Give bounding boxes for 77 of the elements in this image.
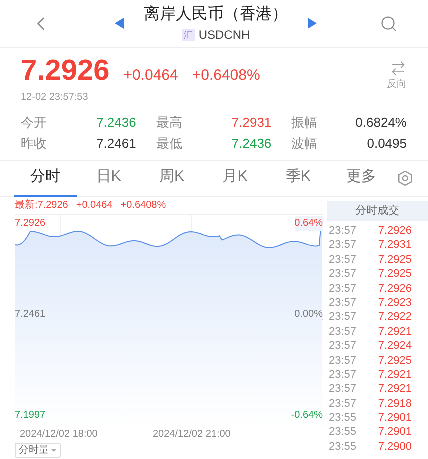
trade-price: 7.2923	[378, 296, 412, 310]
axis-percent: -0.64%	[291, 409, 323, 423]
trade-price: 7.2918	[378, 396, 412, 412]
next-icon[interactable]	[308, 18, 317, 29]
stat-label: 最低	[156, 135, 182, 152]
trade-time: 23:57	[329, 324, 357, 340]
trade-time: 23:57	[329, 224, 357, 238]
chart-tab[interactable]: 日K	[77, 160, 140, 196]
time-axis-label: 2024/12/02 21:00	[153, 428, 232, 442]
price-change: +0.0464	[124, 66, 178, 86]
reverse-button[interactable]: 反向	[387, 60, 407, 105]
trade-time: 23:57	[329, 339, 357, 354]
window-title: 离岸人民币（香港）	[144, 4, 288, 24]
axis-percent: 0.64%	[294, 216, 323, 231]
trade-time: 23:57	[329, 368, 357, 382]
chart-tab[interactable]: 季K	[266, 160, 330, 196]
trade-price: 7.2925	[378, 354, 412, 368]
trades-header: 分时成交	[327, 201, 428, 221]
trade-price: 7.2901	[378, 411, 412, 426]
chart-tab[interactable]: 周K	[140, 160, 204, 196]
stat-value: 7.2436	[232, 135, 272, 152]
stat-label: 今开	[21, 114, 47, 131]
trade-time: 23:57	[329, 238, 357, 253]
axis-price: 7.2926	[15, 217, 46, 231]
stat-value: 7.2436	[96, 114, 136, 131]
trade-price: 7.2900	[378, 440, 412, 454]
last-price: 7.2926	[21, 54, 110, 88]
trade-time: 23:57	[329, 310, 357, 325]
symbol-code: USDCNH	[198, 26, 250, 44]
trade-time: 23:55	[329, 425, 357, 440]
trade-time: 23:57	[329, 354, 357, 368]
search-icon[interactable]	[380, 14, 398, 32]
trade-price: 7.2921	[378, 368, 412, 382]
swap-icon	[390, 60, 407, 77]
stat-value: 0.6824%	[356, 114, 407, 131]
trade-time: 23:57	[329, 396, 357, 412]
trade-time: 23:55	[329, 440, 357, 454]
latest-change: +0.0464	[76, 199, 113, 213]
trade-price: 7.2924	[378, 339, 412, 354]
trade-price: 7.2925	[378, 252, 412, 268]
stat-value: 7.2461	[96, 135, 136, 152]
chart-tab[interactable]: 分时	[14, 160, 78, 196]
trade-time: 23:57	[329, 282, 357, 296]
stat-label: 振幅	[292, 114, 318, 131]
settings-icon[interactable]	[397, 170, 414, 187]
trade-time: 23:57	[329, 267, 357, 282]
trade-price: 7.2901	[378, 425, 412, 440]
chart-tab[interactable]: 更多	[330, 160, 394, 196]
stat-label: 波幅	[292, 135, 318, 152]
trade-price: 7.2921	[378, 324, 412, 340]
previous-icon[interactable]	[115, 18, 124, 29]
trade-time: 23:57	[329, 296, 357, 310]
quote-time: 12-02 23:57:53	[21, 91, 90, 105]
percent-change: +0.6408%	[192, 66, 260, 86]
stat-value: 7.2931	[232, 114, 272, 131]
latest-percent: +0.6408%	[120, 199, 166, 213]
axis-percent: 0.00%	[294, 308, 323, 322]
trade-price: 7.2921	[378, 382, 412, 397]
caret-icon	[51, 449, 57, 452]
axis-price: 7.2461	[15, 308, 46, 322]
stat-label: 昨收	[21, 135, 47, 152]
time-axis-label: 2024/12/02 18:00	[20, 428, 99, 442]
trade-price: 7.2922	[378, 310, 412, 325]
trade-price: 7.2926	[378, 282, 412, 296]
axis-price: 7.1997	[15, 409, 46, 423]
trade-time: 23:57	[329, 382, 357, 397]
trade-time: 23:57	[329, 252, 357, 268]
stat-label: 最高	[156, 114, 182, 131]
trade-price: 7.2925	[378, 267, 412, 282]
trade-price: 7.2931	[378, 238, 412, 253]
latest-price: 最新:7.2926	[15, 198, 68, 213]
volume-dropdown[interactable]: 分时量	[15, 443, 61, 458]
chart-tab[interactable]: 月K	[204, 160, 267, 196]
trade-time: 23:55	[329, 411, 357, 426]
exchange-badge: 汇	[182, 28, 195, 40]
trade-price: 7.2926	[378, 224, 412, 238]
stat-value: 0.0495	[367, 135, 407, 152]
